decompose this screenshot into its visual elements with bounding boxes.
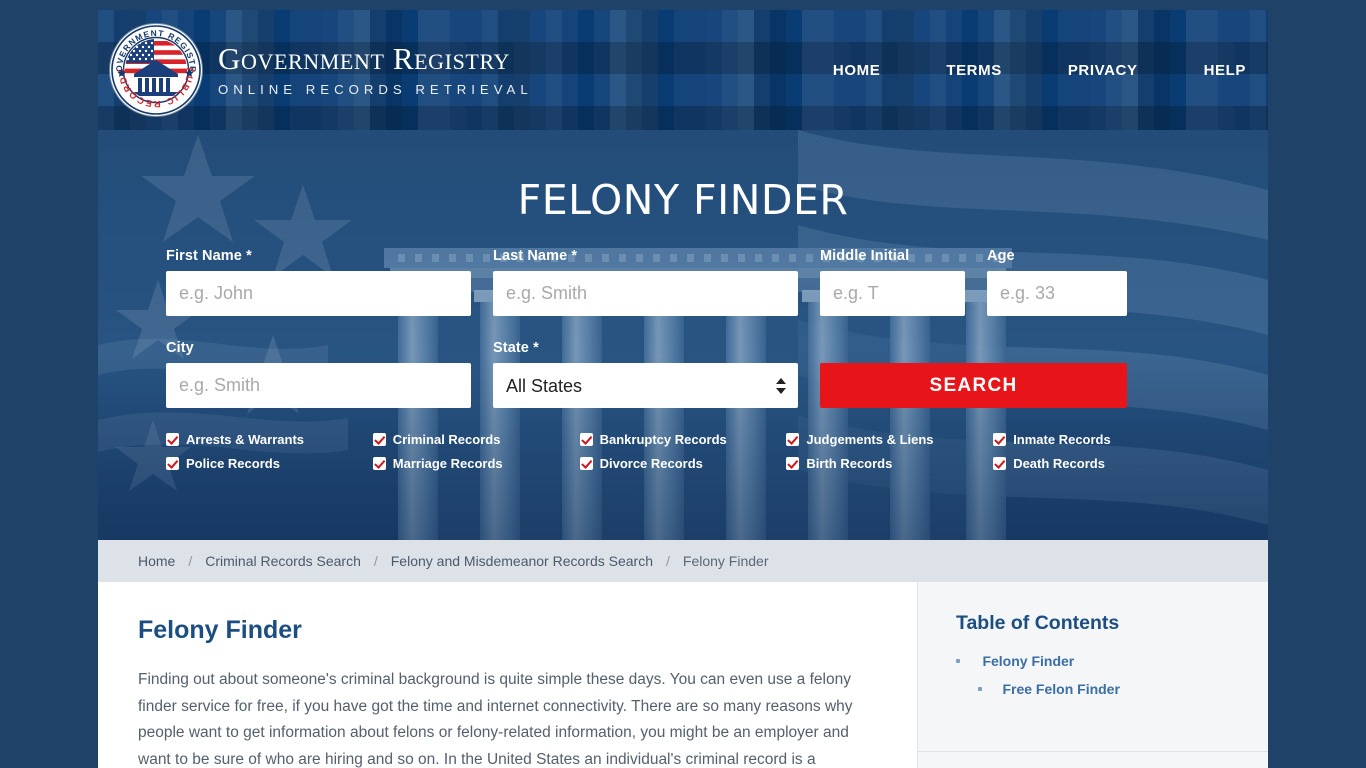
nav-link-terms[interactable]: TERMS xyxy=(946,56,1002,85)
checkbox-label: Criminal Records xyxy=(392,432,501,447)
checkbox-label: Death Records xyxy=(1013,456,1105,471)
checkbox-checked-icon xyxy=(993,457,1007,470)
state-group: State * All States xyxy=(493,340,798,408)
checkbox-label: Judgements & Liens xyxy=(806,432,934,447)
state-select[interactable]: All States xyxy=(493,363,798,408)
checkbox-inmate-records[interactable]: Inmate Records xyxy=(993,432,1200,447)
toc-subitem: Free Felon Finder xyxy=(978,681,1232,699)
checkbox-label: Inmate Records xyxy=(1013,432,1111,447)
sidebar-divider xyxy=(918,751,1268,752)
main-content: Felony Finder Finding out about someone'… xyxy=(98,582,918,768)
nav-link-privacy[interactable]: PRIVACY xyxy=(1068,56,1138,85)
city-label: City xyxy=(166,340,194,356)
checkbox-label: Marriage Records xyxy=(392,456,503,471)
breadcrumb: Home / Criminal Records Search / Felony … xyxy=(98,540,1268,582)
city-input[interactable] xyxy=(166,363,471,408)
breadcrumb-item-criminal-records-search[interactable]: Criminal Records Search xyxy=(205,553,361,569)
bullet-icon xyxy=(956,658,960,663)
toc-link-felony-finder[interactable]: Felony Finder xyxy=(982,653,1074,669)
checkbox-label: Police Records xyxy=(186,456,280,471)
record-type-checkbox-group: Arrests & Warrants Criminal Records Bank… xyxy=(166,432,1200,471)
checkbox-divorce-records[interactable]: Divorce Records xyxy=(579,456,787,471)
breadcrumb-item-felony-and-misdemeanor-records-search[interactable]: Felony and Misdemeanor Records Search xyxy=(391,553,653,569)
last-name-label: Last Name * xyxy=(493,248,578,264)
checkbox-police-records[interactable]: Police Records xyxy=(166,456,373,471)
toc-link-free-felon-finder[interactable]: Free Felon Finder xyxy=(1002,681,1119,697)
nav-link-home[interactable]: HOME xyxy=(833,56,880,85)
government-registry-seal-icon[interactable]: GOVERNMENT REGISTRY PUBLIC RECORDS xyxy=(110,24,202,116)
checkbox-checked-icon xyxy=(166,457,179,470)
checkbox-checked-icon xyxy=(786,433,800,446)
checkbox-arrests-warrants[interactable]: Arrests & Warrants xyxy=(166,432,373,447)
checkbox-checked-icon xyxy=(166,433,179,446)
checkbox-marriage-records[interactable]: Marriage Records xyxy=(372,456,580,471)
brand-title: Government Registry xyxy=(218,41,510,77)
hero-search-section: FELONY FINDER First Name * Last Name * M… xyxy=(98,130,1268,540)
age-input[interactable] xyxy=(987,271,1127,316)
table-of-contents-heading: Table of Contents xyxy=(956,612,1120,634)
checkbox-checked-icon xyxy=(579,433,593,446)
breadcrumb-item-felony-finder: Felony Finder xyxy=(682,553,769,569)
checkbox-judgements-liens[interactable]: Judgements & Liens xyxy=(786,432,993,447)
brand-block: Government Registry ONLINE RECORDS RETRI… xyxy=(218,43,533,96)
toc-sublist: Free Felon Finder xyxy=(956,681,1232,699)
first-name-group: First Name * xyxy=(166,248,471,316)
content-paragraph: Finding out about someone's criminal bac… xyxy=(138,671,853,768)
middle-initial-group: Middle Initial xyxy=(820,248,965,316)
checkbox-label: Birth Records xyxy=(806,456,893,471)
bullet-icon xyxy=(978,686,982,691)
breadcrumb-separator: / xyxy=(188,553,193,569)
search-button[interactable]: SEARCH xyxy=(820,363,1127,408)
page-container: GOVERNMENT REGISTRY PUBLIC RECORDS Gover… xyxy=(98,10,1268,768)
middle-initial-label: Middle Initial xyxy=(820,248,910,264)
breadcrumb-item-home[interactable]: Home xyxy=(138,553,175,569)
checkbox-criminal-records[interactable]: Criminal Records xyxy=(372,432,580,447)
breadcrumb-separator: / xyxy=(373,553,378,569)
brand-subtitle: ONLINE RECORDS RETRIEVAL xyxy=(218,82,533,98)
middle-initial-input[interactable] xyxy=(820,271,965,316)
table-of-contents-list: Felony Finder Free Felon Finder xyxy=(956,653,1232,699)
checkbox-checked-icon xyxy=(372,433,386,446)
checkbox-label: Divorce Records xyxy=(599,456,703,471)
main-navigation: HOME TERMS PRIVACY HELP xyxy=(833,56,1246,85)
first-name-label: First Name * xyxy=(166,248,252,264)
search-form-row-1: First Name * Last Name * Middle Initial … xyxy=(166,248,1200,316)
age-label: Age xyxy=(987,248,1015,264)
checkbox-birth-records[interactable]: Birth Records xyxy=(786,456,993,471)
checkbox-checked-icon xyxy=(993,433,1007,446)
age-group: Age xyxy=(987,248,1127,316)
content-heading: Felony Finder xyxy=(138,616,302,644)
page-title: FELONY FINDER xyxy=(517,176,849,224)
last-name-input[interactable] xyxy=(493,271,798,316)
body-area: Felony Finder Finding out about someone'… xyxy=(98,582,1268,768)
sidebar: Table of Contents Felony Finder Free Fel… xyxy=(918,582,1268,768)
city-group: City xyxy=(166,340,471,408)
checkbox-checked-icon xyxy=(579,457,593,470)
checkbox-label: Arrests & Warrants xyxy=(186,432,305,447)
last-name-group: Last Name * xyxy=(493,248,798,316)
nav-link-help[interactable]: HELP xyxy=(1204,56,1246,85)
toc-item: Felony Finder Free Felon Finder xyxy=(956,653,1232,699)
checkbox-checked-icon xyxy=(786,457,800,470)
site-header: GOVERNMENT REGISTRY PUBLIC RECORDS Gover… xyxy=(98,10,1268,130)
state-label: State * xyxy=(493,340,539,356)
checkbox-label: Bankruptcy Records xyxy=(599,432,727,447)
first-name-input[interactable] xyxy=(166,271,471,316)
checkbox-bankruptcy-records[interactable]: Bankruptcy Records xyxy=(579,432,787,447)
breadcrumb-separator: / xyxy=(666,553,670,569)
search-form-row-2: City State * All States SEARCH xyxy=(166,340,1200,408)
checkbox-checked-icon xyxy=(372,457,386,470)
checkbox-death-records[interactable]: Death Records xyxy=(993,456,1200,471)
